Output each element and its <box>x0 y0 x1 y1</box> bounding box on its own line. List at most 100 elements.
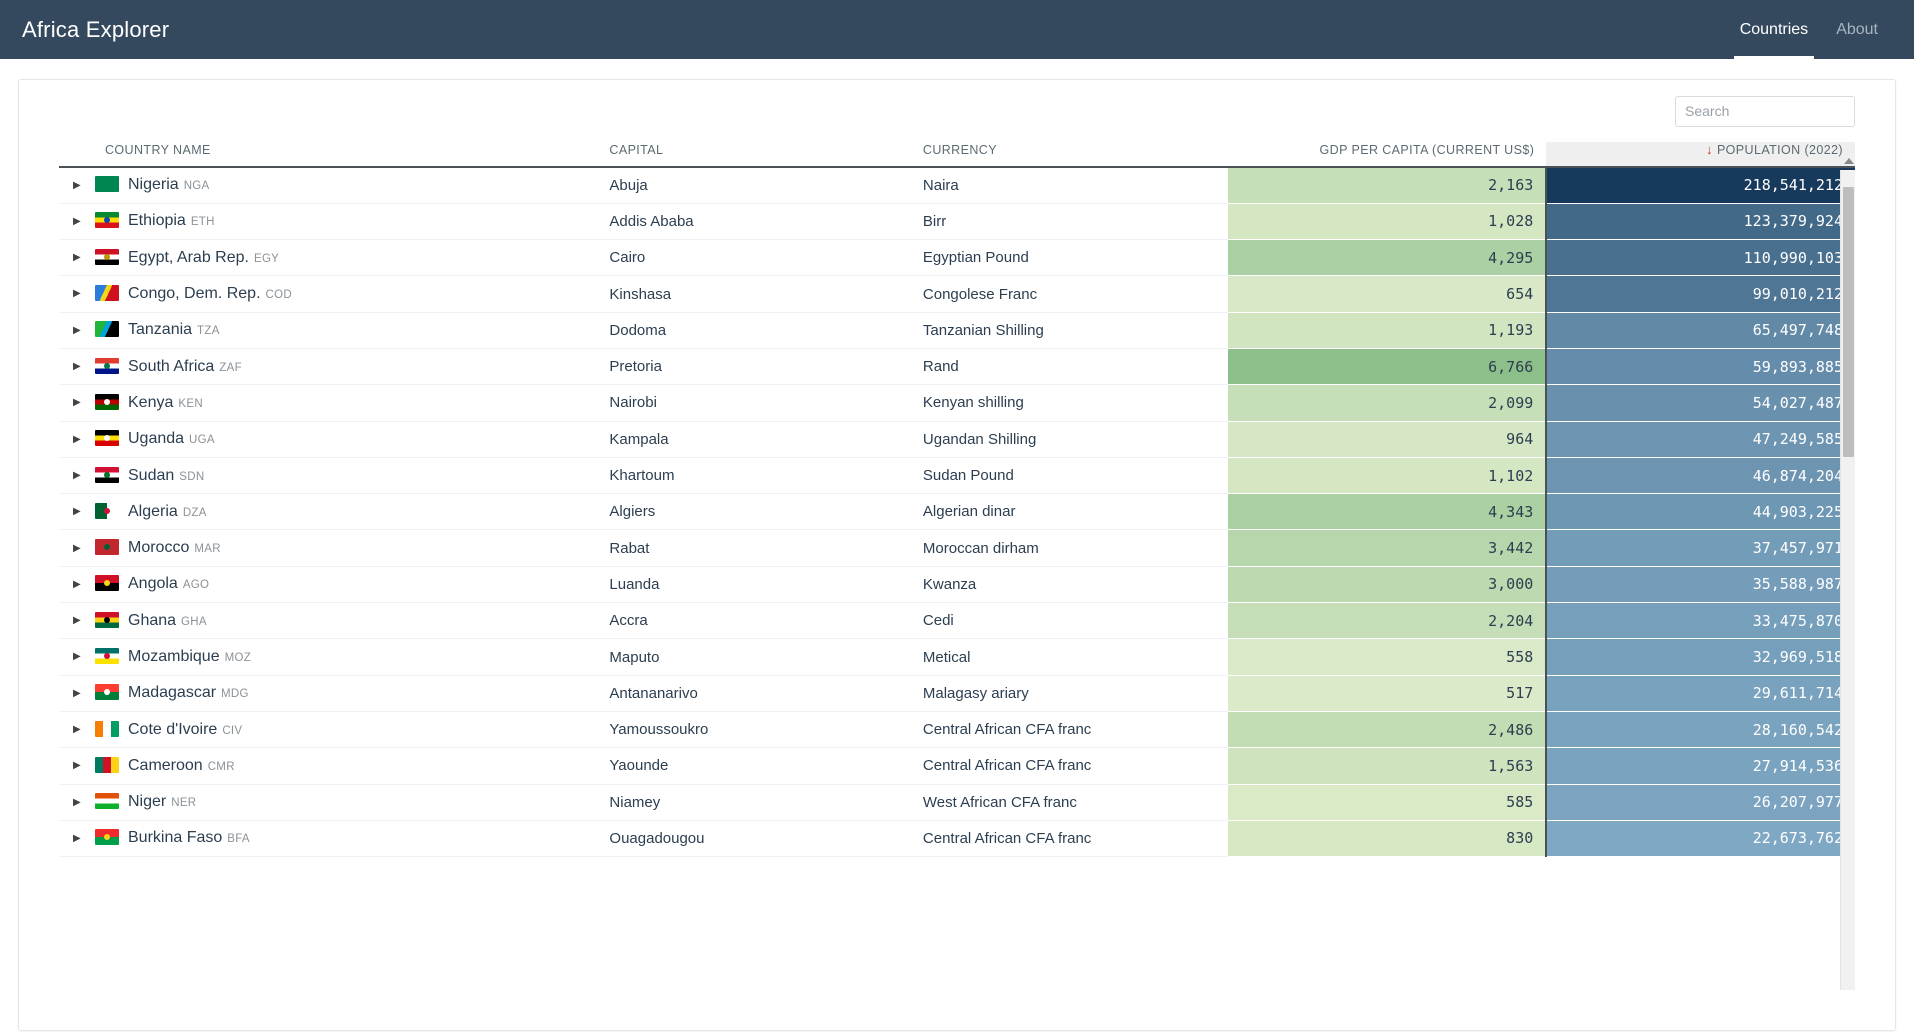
row-expand-icon[interactable]: ▶ <box>73 397 95 408</box>
table-row[interactable]: ▶ Cote d'Ivoire CIV Yamoussoukro Central Afr… <box>59 711 1855 749</box>
row-expand-icon[interactable]: ▶ <box>73 470 95 481</box>
country-name-label: Congo, Dem. Rep. <box>128 285 261 303</box>
nav-item-about[interactable]: About <box>1822 0 1892 59</box>
flag-emblem <box>104 834 110 841</box>
column-header-capital[interactable]: CAPITAL <box>609 142 923 168</box>
row-expand-icon[interactable]: ▶ <box>73 651 95 662</box>
cell-country-name: ▶ Kenya KEN <box>59 384 610 422</box>
row-expand-icon[interactable]: ▶ <box>73 325 95 336</box>
table-vertical-scrollbar[interactable] <box>1840 158 1855 1014</box>
cell-population: 33,475,870 <box>1546 602 1855 640</box>
flag-icon <box>95 285 119 302</box>
flag-icon <box>95 829 119 846</box>
search-input[interactable] <box>1675 95 1855 127</box>
cell-capital: Accra <box>609 602 923 640</box>
countries-table: COUNTRY NAME CAPITAL CURRENCY GDP PER CA… <box>59 142 1855 858</box>
row-expand-icon[interactable]: ▶ <box>73 288 95 299</box>
table-row[interactable]: ▶ Niger NER Niamey West African CFA franc 585… <box>59 784 1855 821</box>
scroll-up-icon[interactable] <box>1844 158 1854 164</box>
flag-icon <box>95 430 119 447</box>
row-expand-icon[interactable]: ▶ <box>73 361 95 372</box>
country-code-label: EGY <box>253 252 280 265</box>
cell-capital: Niamey <box>609 784 923 821</box>
row-expand-icon[interactable]: ▶ <box>73 833 95 844</box>
cell-capital: Kampala <box>609 421 923 458</box>
table-row[interactable]: ▶ Mozambique MOZ Maputo Metical 558 32,969,518 <box>59 638 1855 676</box>
flag-icon <box>95 611 119 628</box>
flag-emblem <box>104 471 110 478</box>
table-row[interactable]: ▶ Angola AGO Luanda Kwanza 3,000 35,588,987 <box>59 566 1855 604</box>
cell-gdp-per-capita: 1,563 <box>1228 747 1548 785</box>
cell-country-name: ▶ Ghana GHA <box>59 602 610 640</box>
row-expand-icon[interactable]: ▶ <box>73 760 95 771</box>
country-code-label: MOZ <box>224 652 252 664</box>
table-row[interactable]: ▶ Morocco MAR Rabat Moroccan dirham 3,442 37,4… <box>59 529 1855 567</box>
row-expand-icon[interactable]: ▶ <box>73 180 95 191</box>
cell-country-name: ▶ Madagascar MDG <box>59 675 610 712</box>
cell-population: 28,160,542 <box>1546 711 1855 749</box>
table-row[interactable]: ▶ Egypt, Arab Rep. EGY Cairo Egyptian Pound 4… <box>59 239 1855 277</box>
table-row[interactable]: ▶ Algeria DZA Algiers Algerian dinar 4,343 44,… <box>59 493 1855 531</box>
cell-capital: Ouagadougou <box>609 820 923 858</box>
row-expand-icon[interactable]: ▶ <box>73 797 95 808</box>
table-row[interactable]: ▶ Ethiopia ETH Addis Ababa Birr 1,028 123,379,… <box>59 203 1855 241</box>
flag-emblem <box>104 616 110 623</box>
countries-card: COUNTRY NAME CAPITAL CURRENCY GDP PER CA… <box>18 79 1896 1031</box>
table-row[interactable]: ▶ Sudan SDN Khartoum Sudan Pound 1,102 46,874,… <box>59 457 1855 495</box>
app-title: Africa Explorer <box>22 16 170 42</box>
row-expand-icon[interactable]: ▶ <box>73 434 95 445</box>
table-row[interactable]: ▶ Cameroon CMR Yaounde Central African CFA f… <box>59 747 1855 785</box>
cell-gdp-per-capita: 558 <box>1228 638 1548 676</box>
cell-population: 218,541,212 <box>1546 167 1855 204</box>
row-expand-icon[interactable]: ▶ <box>73 252 95 263</box>
country-name-label: Tanzania <box>128 321 193 339</box>
cell-gdp-per-capita: 964 <box>1228 421 1548 458</box>
row-expand-icon[interactable]: ▶ <box>73 543 95 554</box>
table-row[interactable]: ▶ Madagascar MDG Antananarivo Malagasy ariar… <box>59 675 1855 712</box>
cell-gdp-per-capita: 4,343 <box>1228 493 1548 531</box>
country-code-label: DZA <box>182 506 207 519</box>
table-row[interactable]: ▶ Burkina Faso BFA Ouagadougou Central Afric… <box>59 820 1855 858</box>
row-expand-icon[interactable]: ▶ <box>73 724 95 735</box>
country-code-label: ZAF <box>219 361 242 374</box>
table-toolbar <box>19 80 1895 142</box>
cell-country-name: ▶ Cote d'Ivoire CIV <box>59 711 610 749</box>
table-row[interactable]: ▶ Tanzania TZA Dodoma Tanzanian Shilling 1,19… <box>59 312 1855 349</box>
country-name-label: Madagascar <box>128 684 217 702</box>
row-expand-icon[interactable]: ▶ <box>73 216 95 227</box>
cell-currency: Rand <box>922 348 1228 386</box>
row-expand-icon[interactable]: ▶ <box>73 615 95 626</box>
row-expand-icon[interactable]: ▶ <box>73 506 95 517</box>
country-code-label: UGA <box>189 434 215 447</box>
country-code-label: CIV <box>222 724 243 737</box>
column-header-population[interactable]: ↓ POPULATION (2022) <box>1546 142 1855 168</box>
scrollbar-thumb[interactable] <box>1843 186 1854 457</box>
column-header-gdp[interactable]: GDP PER CAPITA (CURRENT US$) <box>1228 142 1547 168</box>
country-name-label: Egypt, Arab Rep. <box>128 248 249 266</box>
column-header-country-name[interactable]: COUNTRY NAME <box>59 142 610 168</box>
cell-capital: Algiers <box>609 493 923 531</box>
table-row[interactable]: ▶ South Africa ZAF Pretoria Rand 6,766 59,893,… <box>59 348 1855 386</box>
flag-icon <box>95 321 119 338</box>
table-row[interactable]: ▶ Uganda UGA Kampala Ugandan Shilling 964 47,2… <box>59 421 1855 458</box>
row-expand-icon[interactable]: ▶ <box>73 579 95 590</box>
country-code-label: MDG <box>221 688 249 701</box>
cell-gdp-per-capita: 2,163 <box>1228 167 1548 204</box>
flag-icon <box>95 248 119 265</box>
column-header-currency[interactable]: CURRENCY <box>922 142 1228 168</box>
row-expand-icon[interactable]: ▶ <box>73 688 95 699</box>
country-name-label: Angola <box>128 575 178 593</box>
nav-item-countries[interactable]: Countries <box>1726 0 1822 59</box>
flag-emblem <box>104 253 110 260</box>
table-row[interactable]: ▶ Kenya KEN Nairobi Kenyan shilling 2,099 54,0… <box>59 384 1855 422</box>
table-row[interactable]: ▶ Nigeria NGA Abuja Naira 2,163 218,541,212 <box>59 167 1855 204</box>
cell-currency: Moroccan dirham <box>922 529 1228 567</box>
table-row[interactable]: ▶ Ghana GHA Accra Cedi 2,204 33,475,870 <box>59 602 1855 640</box>
cell-population: 110,990,103 <box>1546 239 1855 277</box>
nav-item-countries-label: Countries <box>1739 20 1809 38</box>
cell-population: 22,673,762 <box>1546 820 1855 858</box>
country-name-label: Kenya <box>128 393 174 411</box>
country-name-label: Algeria <box>128 502 178 520</box>
table-row[interactable]: ▶ Congo, Dem. Rep. COD Kinshasa Congolese Fr… <box>59 275 1855 313</box>
flag-emblem <box>104 507 110 514</box>
